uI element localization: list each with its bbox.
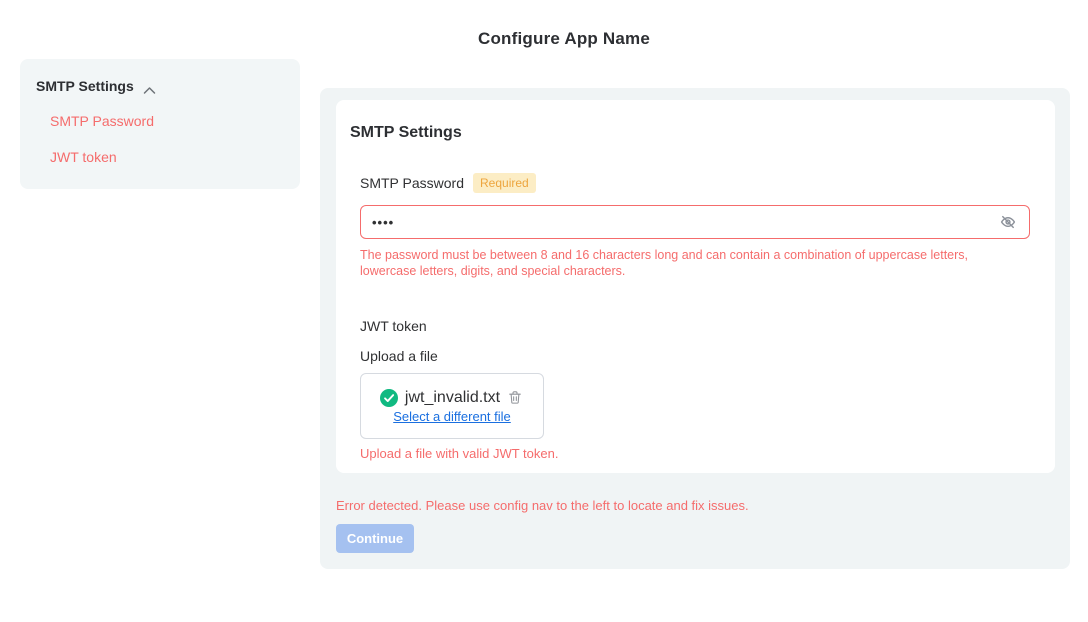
- sidebar-section-smtp-settings[interactable]: SMTP Settings: [36, 78, 284, 94]
- check-circle-icon: [380, 389, 398, 407]
- sidebar-items: SMTP Password JWT token: [36, 113, 284, 165]
- uploaded-file-name: jwt_invalid.txt: [405, 389, 500, 407]
- uploaded-file-box: jwt_invalid.txt Select a different file: [360, 373, 544, 439]
- smtp-password-label-row: SMTP Password Required: [360, 173, 1031, 193]
- sidebar-section-label: SMTP Settings: [36, 78, 134, 94]
- uploaded-file-row: jwt_invalid.txt: [380, 389, 524, 407]
- required-badge: Required: [473, 173, 536, 193]
- smtp-password-label: SMTP Password: [360, 175, 464, 191]
- chevron-up-icon: [143, 82, 156, 91]
- card-title: SMTP Settings: [350, 124, 1031, 142]
- config-panel: SMTP Settings SMTP Password Required The…: [320, 88, 1070, 569]
- smtp-password-field[interactable]: [360, 205, 1030, 239]
- trash-icon[interactable]: [507, 389, 524, 407]
- sidebar-item-smtp-password[interactable]: SMTP Password: [50, 113, 154, 129]
- smtp-password-input[interactable]: [372, 215, 998, 230]
- panel-error-message: Error detected. Please use config nav to…: [336, 498, 1055, 513]
- eye-off-icon[interactable]: [998, 212, 1018, 232]
- select-different-file-link[interactable]: Select a different file: [393, 409, 511, 424]
- smtp-settings-card: SMTP Settings SMTP Password Required The…: [336, 100, 1055, 473]
- password-validation-message: The password must be between 8 and 16 ch…: [360, 247, 1022, 279]
- jwt-validation-message: Upload a file with valid JWT token.: [360, 446, 1031, 461]
- config-nav-sidebar: SMTP Settings SMTP Password JWT token: [20, 59, 300, 189]
- sidebar-item-jwt-token[interactable]: JWT token: [50, 149, 117, 165]
- continue-button[interactable]: Continue: [336, 524, 414, 553]
- jwt-token-label: JWT token: [360, 318, 1031, 334]
- upload-file-label: Upload a file: [360, 348, 1031, 364]
- page-title: Configure App Name: [40, 29, 1088, 49]
